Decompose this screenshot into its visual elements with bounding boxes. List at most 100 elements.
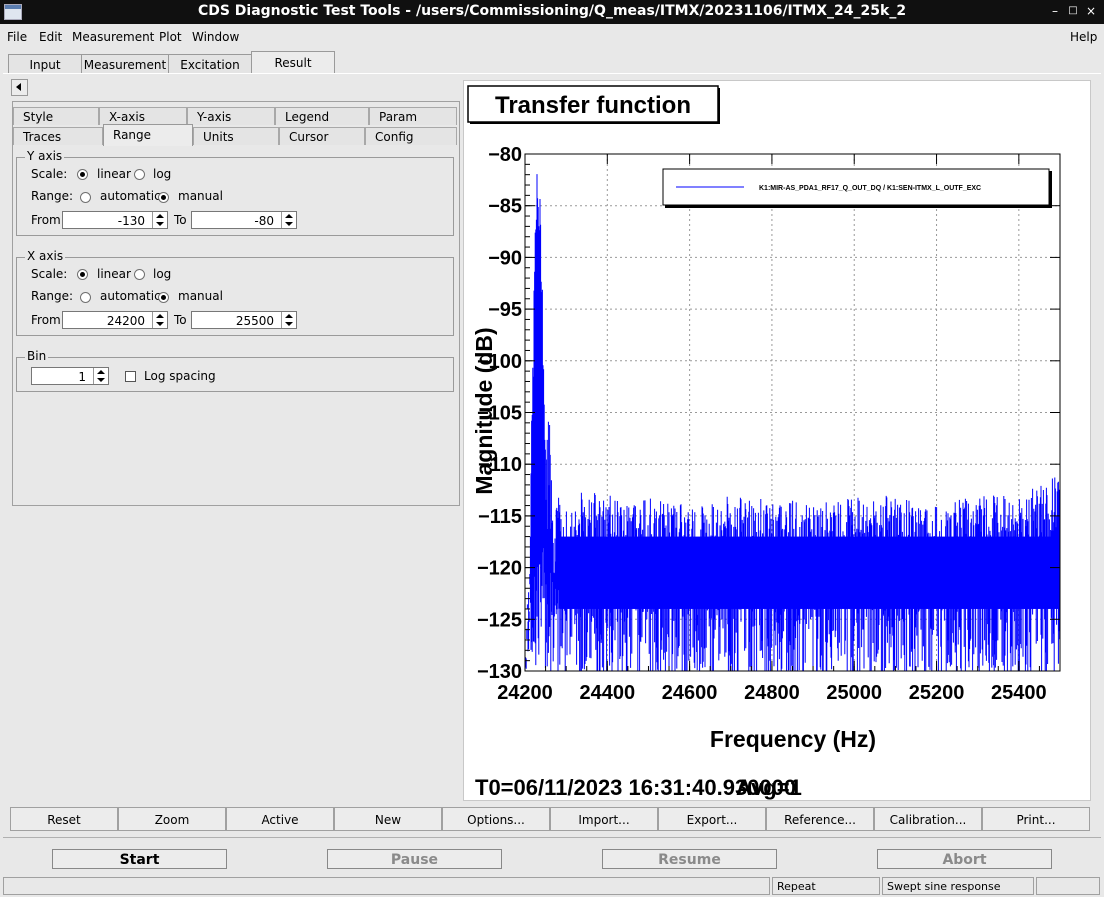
plot-canvas[interactable]: Transfer function 24200 24400 24600 24800 25… <box>463 80 1091 801</box>
subtab-legend[interactable]: Legend <box>275 107 369 125</box>
active-button[interactable]: Active <box>226 807 334 831</box>
y-tick-label: −130 <box>477 661 522 683</box>
x-tick-label: 24200 <box>497 682 553 704</box>
x-to-input[interactable]: 25500 <box>191 311 297 329</box>
x-tick-label: 25400 <box>991 682 1047 704</box>
trace-band <box>559 536 1060 609</box>
y-range-automatic-radio[interactable] <box>80 192 91 203</box>
subtab-style[interactable]: Style <box>13 107 99 125</box>
reference-button[interactable]: Reference... <box>766 807 874 831</box>
calibration-button[interactable]: Calibration... <box>874 807 982 831</box>
subtab-config[interactable]: Config <box>365 127 457 145</box>
x-range-label: Range: <box>31 289 74 303</box>
y-from-spinner-icon[interactable] <box>152 212 167 228</box>
print-button[interactable]: Print... <box>982 807 1090 831</box>
chart-legend: K1:MIR-AS_PDA1_RF17_Q_OUT_DQ / K1:SEN-IT… <box>662 168 1052 208</box>
y-to-input[interactable]: -80 <box>191 211 297 229</box>
export-button[interactable]: Export... <box>658 807 766 831</box>
y-scale-linear-label: linear <box>97 167 131 181</box>
subtab-y-axis[interactable]: Y-axis <box>187 107 275 125</box>
subtab-units[interactable]: Units <box>193 127 279 145</box>
start-button[interactable]: Start <box>52 849 227 869</box>
status-extra <box>1036 877 1100 895</box>
zoom-button[interactable]: Zoom <box>118 807 226 831</box>
status-type: Swept sine response <box>882 877 1034 895</box>
x-axis-label: Frequency (Hz) <box>710 726 876 752</box>
log-spacing-checkbox[interactable] <box>125 371 136 382</box>
menu-file[interactable]: File <box>7 30 27 44</box>
y-tick-label: −80 <box>488 144 522 166</box>
subtab-range[interactable]: Range <box>103 124 193 146</box>
y-tick-label: −85 <box>488 196 522 218</box>
subtab-traces[interactable]: Traces <box>13 127 103 145</box>
menu-plot[interactable]: Plot <box>159 30 182 44</box>
legend-shadow-right <box>1049 171 1052 207</box>
y-from-input[interactable]: -130 <box>62 211 168 229</box>
menu-help[interactable]: Help <box>1070 30 1097 44</box>
y-tick-label: −115 <box>478 506 522 528</box>
status-mode: Repeat <box>772 877 880 895</box>
y-range-manual-radio[interactable] <box>158 192 169 203</box>
x-scale-log-radio[interactable] <box>134 269 145 280</box>
bin-spinner-icon[interactable] <box>93 368 108 384</box>
subtab-x-axis[interactable]: X-axis <box>99 107 187 125</box>
collapse-arrow-icon[interactable] <box>11 79 28 96</box>
x-scale-linear-label: linear <box>97 267 131 281</box>
log-spacing-label: Log spacing <box>144 369 216 383</box>
chart-trace <box>525 174 1060 671</box>
menu-measurement[interactable]: Measurement <box>72 30 154 44</box>
x-tick-label: 24800 <box>744 682 800 704</box>
menu-window[interactable]: Window <box>192 30 239 44</box>
x-tick-label: 24400 <box>579 682 635 704</box>
y-axis-group-title: Y axis <box>25 149 65 163</box>
y-tick-label: −120 <box>477 558 522 580</box>
close-icon[interactable]: × <box>1084 4 1098 18</box>
x-range-automatic-label: automatic <box>100 289 161 303</box>
minimize-icon[interactable]: – <box>1048 4 1062 18</box>
x-tick-label: 25200 <box>909 682 965 704</box>
y-to-value: -80 <box>254 214 274 228</box>
tab-result[interactable]: Result <box>251 51 335 74</box>
legend-label: K1:MIR-AS_PDA1_RF17_Q_OUT_DQ / K1:SEN-IT… <box>759 185 981 192</box>
resume-button[interactable]: Resume <box>602 849 777 869</box>
y-scale-linear-radio[interactable] <box>77 169 88 180</box>
legend-shadow-bottom <box>665 205 1052 208</box>
bin-group-title: Bin <box>25 349 49 363</box>
subtab-param[interactable]: Param <box>369 107 457 125</box>
x-range-manual-radio[interactable] <box>158 292 169 303</box>
x-from-input[interactable]: 24200 <box>62 311 168 329</box>
tab-divider <box>3 73 1101 74</box>
y-scale-log-radio[interactable] <box>134 169 145 180</box>
tab-input[interactable]: Input <box>8 54 82 73</box>
new-button[interactable]: New <box>334 807 442 831</box>
x-to-spinner-icon[interactable] <box>281 312 296 328</box>
x-from-spinner-icon[interactable] <box>152 312 167 328</box>
menu-bar: File Edit Measurement Plot Window Help <box>0 26 1104 48</box>
title-bar: CDS Diagnostic Test Tools - /users/Commi… <box>0 0 1104 24</box>
pause-button[interactable]: Pause <box>327 849 502 869</box>
y-to-spinner-icon[interactable] <box>281 212 296 228</box>
abort-button[interactable]: Abort <box>877 849 1052 869</box>
tab-measurement[interactable]: Measurement <box>81 54 169 73</box>
tab-excitation[interactable]: Excitation <box>168 54 252 73</box>
subtab-cursor[interactable]: Cursor <box>279 127 365 145</box>
chart-title: Transfer function <box>495 92 691 119</box>
x-from-value: 24200 <box>106 314 145 328</box>
y-scale-log-label: log <box>153 167 172 181</box>
menu-edit[interactable]: Edit <box>39 30 62 44</box>
options-button[interactable]: Options... <box>442 807 550 831</box>
maximize-icon[interactable]: □ <box>1066 4 1080 18</box>
x-scale-linear-radio[interactable] <box>77 269 88 280</box>
import-button[interactable]: Import... <box>550 807 658 831</box>
y-from-value: -130 <box>117 214 145 228</box>
reset-button[interactable]: Reset <box>10 807 118 831</box>
x-axis-group-title: X axis <box>25 249 66 263</box>
x-tick-label: 25000 <box>826 682 882 704</box>
bin-input[interactable]: 1 <box>31 367 109 385</box>
y-axis-label: Magnitude (dB) <box>471 327 497 494</box>
x-scale-label: Scale: <box>31 267 68 281</box>
transfer-function-chart[interactable]: Transfer function 24200 24400 24600 24800 25… <box>464 81 1090 800</box>
y-to-label: To <box>174 213 187 227</box>
y-scale-label: Scale: <box>31 167 68 181</box>
x-range-automatic-radio[interactable] <box>80 292 91 303</box>
